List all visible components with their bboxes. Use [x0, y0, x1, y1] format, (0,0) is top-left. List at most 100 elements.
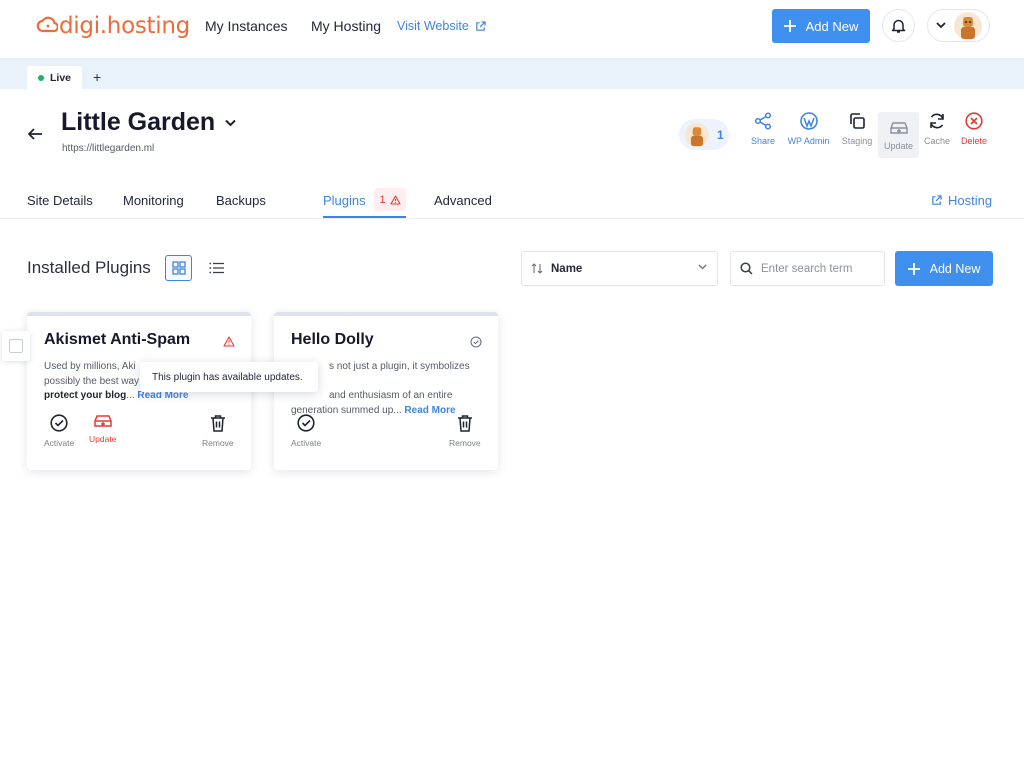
active-tab-indicator — [323, 216, 406, 218]
sort-icon — [531, 263, 543, 274]
external-link-icon — [476, 20, 486, 31]
update-tooltip: This plugin has available updates. — [140, 362, 318, 392]
close-circle-icon — [965, 112, 983, 130]
cache-label: Cache — [924, 136, 951, 146]
back-arrow-icon[interactable] — [27, 126, 43, 142]
notifications-button[interactable] — [882, 9, 915, 42]
warning-icon — [390, 194, 401, 205]
list-view-toggle[interactable] — [205, 258, 227, 278]
user-avatar — [954, 11, 982, 40]
tab-plugins[interactable]: Plugins — [323, 193, 366, 208]
remove-label: Remove — [202, 438, 234, 448]
grid-icon — [171, 261, 186, 275]
site-url[interactable]: https://littlegarden.ml — [62, 143, 154, 154]
nav-my-instances[interactable]: My Instances — [205, 18, 287, 34]
site-title-text: Little Garden — [61, 108, 216, 136]
add-plugin-label: Add New — [929, 261, 981, 276]
plus-icon — [907, 262, 920, 275]
chevron-down-icon — [698, 264, 707, 270]
plugin-select-checkbox[interactable] — [2, 331, 30, 361]
grid-view-toggle[interactable] — [165, 255, 192, 281]
site-users-pill[interactable]: 1 — [679, 119, 729, 150]
activate-button[interactable]: Activate — [44, 414, 74, 448]
add-environment-button[interactable]: + — [93, 70, 101, 84]
brand-logo[interactable]: digi.hosting — [36, 11, 190, 41]
check-circle-icon — [470, 336, 482, 348]
search-input[interactable] — [761, 262, 881, 275]
update-car-icon — [889, 122, 908, 134]
chevron-down-icon — [936, 22, 946, 29]
update-button[interactable]: Update — [878, 112, 919, 158]
search-icon — [740, 262, 753, 275]
user-avatar — [685, 122, 709, 147]
bell-icon — [891, 19, 906, 33]
refresh-icon — [930, 113, 944, 129]
tooltip-arrow — [224, 355, 238, 362]
tab-site-details[interactable]: Site Details — [27, 193, 93, 208]
plugin-description: s not just a plugin, it symbolizes the a… — [291, 360, 483, 418]
activate-label: Activate — [291, 438, 322, 448]
update-plugin-label: Update — [89, 434, 117, 444]
copy-icon — [850, 113, 865, 129]
header-add-new-button[interactable]: Add New — [772, 9, 870, 43]
staging-label: Staging — [841, 136, 873, 146]
live-status-dot — [38, 74, 44, 81]
plugins-warning-badge: 1 — [374, 188, 406, 211]
site-title[interactable]: Little Garden — [61, 108, 236, 137]
users-count: 1 — [717, 127, 724, 142]
env-tab-live[interactable]: Live — [27, 66, 82, 89]
update-label: Update — [883, 141, 914, 151]
visit-website-link[interactable]: Visit Website — [397, 19, 486, 33]
tab-backups[interactable]: Backups — [216, 193, 266, 208]
plugin-name: Hello Dolly — [291, 331, 374, 348]
activate-label: Activate — [44, 438, 75, 448]
wp-admin-button[interactable]: WP Admin — [785, 112, 832, 158]
hosting-link[interactable]: Hosting — [931, 193, 992, 208]
environment-tab-bar: Live + — [0, 58, 1024, 89]
sort-value: Name — [551, 262, 583, 275]
env-tab-label: Live — [50, 71, 72, 84]
plugin-desc-bold: protect your blog — [44, 390, 127, 401]
share-label: Share — [750, 136, 776, 146]
wp-admin-label: WP Admin — [787, 136, 830, 146]
plugin-desc-ellipsis: ... — [126, 390, 135, 401]
tab-advanced[interactable]: Advanced — [434, 193, 492, 208]
activate-button[interactable]: Activate — [291, 414, 321, 448]
user-menu[interactable] — [927, 9, 990, 42]
section-title: Installed Plugins — [27, 258, 151, 277]
check-circle-icon — [297, 414, 315, 432]
check-circle-icon — [50, 414, 68, 432]
update-plugin-button[interactable]: Update — [89, 414, 116, 444]
remove-label: Remove — [449, 438, 481, 448]
staging-button[interactable]: Staging — [840, 112, 874, 158]
site-tabs: Site Details Monitoring Backups Plugins … — [0, 186, 1024, 219]
plus-icon — [783, 20, 796, 32]
add-plugin-button[interactable]: Add New — [895, 251, 993, 286]
delete-label: Delete — [960, 136, 987, 146]
nav-my-hosting[interactable]: My Hosting — [311, 18, 381, 34]
visit-website-label: Visit Website — [397, 19, 469, 33]
read-more-link[interactable]: Read More — [404, 405, 455, 416]
share-button[interactable]: Share — [750, 112, 776, 158]
trash-icon — [210, 415, 225, 432]
search-box — [730, 251, 885, 286]
trash-icon — [457, 415, 472, 432]
logo-text: digi.hosting — [59, 13, 190, 39]
remove-button[interactable]: Remove — [202, 414, 234, 448]
top-header: digi.hosting My Instances My Hosting Vis… — [0, 0, 1024, 56]
share-icon — [754, 112, 772, 130]
warning-icon[interactable] — [223, 336, 235, 347]
sort-select[interactable]: Name — [521, 251, 718, 286]
header-add-new-label: Add New — [805, 18, 859, 34]
plugins-badge-count: 1 — [379, 193, 386, 206]
hosting-label: Hosting — [948, 193, 993, 208]
checkbox[interactable] — [9, 339, 23, 353]
tab-monitoring[interactable]: Monitoring — [123, 193, 184, 208]
cloud-logo-icon — [36, 16, 58, 33]
remove-button[interactable]: Remove — [449, 414, 481, 448]
delete-button[interactable]: Delete — [960, 112, 988, 158]
wordpress-icon — [799, 112, 818, 130]
external-link-icon — [932, 195, 942, 205]
cache-button[interactable]: Cache — [924, 112, 950, 158]
chevron-down-icon — [225, 119, 236, 126]
